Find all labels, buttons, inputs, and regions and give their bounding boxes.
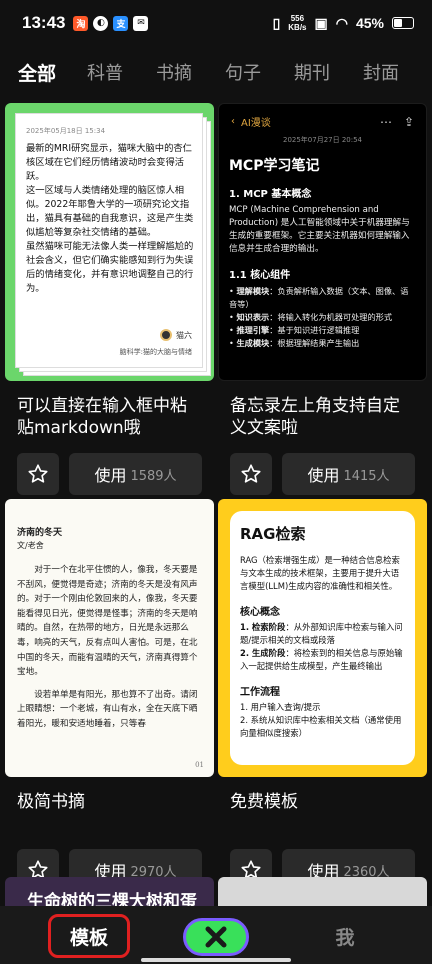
card-thumbnail[interactable]: 济南的冬天 文/老舍 对于一个在北平住惯的人，像我，冬天要是不刮风，便觉得是奇迹… — [5, 499, 214, 777]
template-card[interactable]: 2025年05月18日 15:34 最新的MRI研究显示，猫咪大脑中的杏仁核区域… — [5, 103, 214, 495]
template-card[interactable]: ‹ AI漫谈 ⋯ ⇪ 2025年07月27日 20:54 MCP学习笔记 1. … — [218, 103, 427, 495]
tab-covers[interactable]: 封面 — [363, 59, 432, 85]
more-icon: ⋯ — [379, 114, 392, 129]
template-card[interactable]: RAG检索 RAG（检索增强生成）是一种结合信息检索与文本生成的技术框架，主要用… — [218, 499, 427, 891]
category-tabs: 全部 科普 书摘 句子 期刊 封面 — [0, 52, 432, 92]
tab-all[interactable]: 全部 — [18, 59, 87, 86]
tab-science[interactable]: 科普 — [87, 59, 156, 85]
favorite-button[interactable] — [230, 453, 272, 495]
nav-templates[interactable]: 模板 — [48, 914, 130, 958]
app-circle-icon: ◐ — [93, 15, 109, 31]
notification-icons: 淘 ◐ 支 ✉ — [73, 15, 149, 31]
note-paper: 2025年05月18日 15:34 最新的MRI研究显示，猫咪大脑中的杏仁核区域… — [15, 113, 203, 368]
wifi-icon: ◠ — [335, 14, 348, 31]
card-title: 免费模板 — [230, 792, 298, 812]
vibrate-icon: ▯ — [272, 14, 281, 31]
star-icon — [241, 464, 261, 483]
template-card-partial[interactable]: 生命树的三棵大树和蛋 — [5, 877, 214, 907]
status-time: 13:43 — [22, 13, 66, 32]
message-icon: ✉ — [133, 15, 149, 31]
chevron-left-icon: ‹ — [231, 116, 235, 127]
tab-sentences[interactable]: 句子 — [225, 59, 294, 85]
nav-me[interactable]: 我 — [320, 916, 370, 956]
app-red-icon: 淘 — [73, 15, 89, 31]
card-thumbnail[interactable]: RAG检索 RAG（检索增强生成）是一种结合信息检索与文本生成的技术框架，主要用… — [218, 499, 427, 777]
star-icon — [28, 464, 48, 483]
net-speed: 556 KB/s — [288, 14, 307, 32]
battery-percent: 45% — [355, 15, 384, 31]
bottom-nav: 模板 我 — [0, 906, 432, 964]
card-title: 极简书摘 — [17, 792, 85, 812]
nfc-icon: ▣ — [314, 14, 328, 31]
template-card[interactable]: 济南的冬天 文/老舍 对于一个在北平住惯的人，像我，冬天要是不刮风，便觉得是奇迹… — [5, 499, 214, 891]
use-button[interactable]: 使用 1415人 — [282, 453, 415, 495]
card-title: 备忘录左上角支持自定义文案啦 — [230, 396, 400, 438]
tab-excerpts[interactable]: 书摘 — [156, 59, 225, 85]
template-card-partial[interactable] — [218, 877, 427, 907]
signature: 猫六 — [160, 329, 192, 341]
home-indicator — [141, 958, 291, 962]
use-count: 1415人 — [343, 468, 390, 484]
card-thumbnail[interactable]: ‹ AI漫谈 ⋯ ⇪ 2025年07月27日 20:54 MCP学习笔记 1. … — [218, 103, 427, 381]
card-thumbnail[interactable]: 2025年05月18日 15:34 最新的MRI研究显示，猫咪大脑中的杏仁核区域… — [5, 103, 214, 381]
app-blue-icon: 支 — [113, 15, 129, 31]
status-bar: 13:43 淘 ◐ 支 ✉ ▯ 556 KB/s ▣ ◠ 45% — [0, 0, 432, 46]
battery-icon — [392, 17, 414, 29]
use-count: 1589人 — [130, 468, 177, 484]
x-logo-icon — [205, 926, 227, 948]
tab-journals[interactable]: 期刊 — [294, 59, 363, 85]
nav-create-button[interactable] — [183, 918, 249, 956]
use-button[interactable]: 使用 1589人 — [69, 453, 202, 495]
status-right: ▯ 556 KB/s ▣ ◠ 45% — [273, 14, 414, 32]
cat-avatar-icon — [160, 329, 172, 341]
share-icon: ⇪ — [403, 114, 414, 129]
favorite-button[interactable] — [17, 453, 59, 495]
card-title: 可以直接在输入框中粘贴markdown哦 — [17, 396, 187, 438]
